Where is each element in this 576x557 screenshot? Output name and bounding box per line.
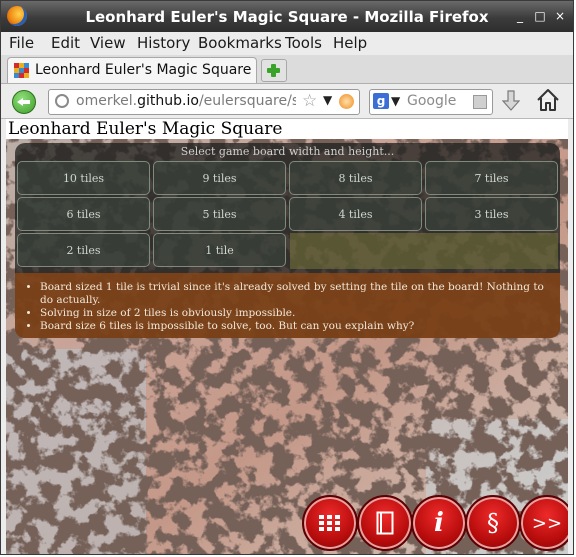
note-item: Board size 6 tiles is impossible to solv… bbox=[40, 320, 550, 333]
tab-label: Leonhard Euler's Magic Square bbox=[35, 62, 252, 78]
note-item: Board sized 1 tile is trivial since it's… bbox=[40, 281, 550, 307]
browser-window: Leonhard Euler's Magic Square - Mozilla … bbox=[0, 0, 574, 555]
window-title: Leonhard Euler's Magic Square - Mozilla … bbox=[85, 8, 489, 26]
url-prefix: omerkel. bbox=[76, 93, 138, 109]
tile-size-2-button[interactable]: 2 tiles bbox=[17, 233, 150, 267]
menu-help[interactable]: Help bbox=[333, 34, 367, 52]
info-button[interactable]: i bbox=[411, 495, 467, 551]
tile-size-5-button[interactable]: 5 tiles bbox=[153, 197, 286, 231]
url-domain: github.io bbox=[137, 93, 199, 109]
grid-icon bbox=[319, 515, 340, 531]
url-suffix: /eulersquare/src bbox=[198, 93, 296, 109]
menu-grid-button[interactable] bbox=[302, 495, 358, 551]
search-engine-chevron-icon[interactable]: ▼ bbox=[391, 94, 400, 108]
menu-view[interactable]: View bbox=[90, 34, 126, 52]
page-content: Leonhard Euler's Magic Square Select gam… bbox=[6, 119, 568, 554]
book-button[interactable] bbox=[357, 495, 413, 551]
tile-size-4-button[interactable]: 4 tiles bbox=[289, 197, 422, 231]
url-text: omerkel.github.io/eulersquare/src bbox=[76, 93, 296, 109]
menu-edit[interactable]: Edit bbox=[51, 34, 80, 52]
globe-icon bbox=[55, 94, 69, 108]
tile-size-7-button[interactable]: 7 tiles bbox=[425, 161, 558, 195]
board-size-panel: Select game board width and height... 10… bbox=[15, 143, 560, 338]
navigation-bar: omerkel.github.io/eulersquare/src ☆ ▼ g … bbox=[1, 84, 573, 119]
tile-size-1-button[interactable]: 1 tile bbox=[153, 233, 286, 267]
tile-size-8-button[interactable]: 8 tiles bbox=[289, 161, 422, 195]
chevron-down-icon[interactable]: ▼ bbox=[323, 93, 332, 107]
reload-icon[interactable] bbox=[339, 94, 354, 109]
search-bar[interactable]: g ▼ Google bbox=[369, 89, 493, 115]
panel-title: Select game board width and height... bbox=[180, 145, 395, 158]
info-icon: i bbox=[434, 508, 444, 538]
next-icon: >> bbox=[531, 512, 563, 534]
maximize-button[interactable]: □ bbox=[533, 9, 547, 23]
tile-size-3-button[interactable]: 3 tiles bbox=[425, 197, 558, 231]
notes-box: Board sized 1 tile is trivial since it's… bbox=[15, 273, 560, 338]
menu-bookmarks[interactable]: Bookmarks bbox=[198, 34, 282, 52]
bookmark-star-icon[interactable]: ☆ bbox=[302, 91, 317, 111]
book-icon bbox=[376, 511, 394, 535]
tile-size-6-button[interactable]: 6 tiles bbox=[17, 197, 150, 231]
tab-euler-square[interactable]: Leonhard Euler's Magic Square bbox=[7, 57, 257, 83]
search-input[interactable]: Google bbox=[407, 93, 456, 109]
menu-history[interactable]: History bbox=[137, 34, 190, 52]
download-icon[interactable] bbox=[502, 90, 520, 112]
search-icon[interactable] bbox=[473, 95, 487, 109]
minimize-button[interactable]: _ bbox=[513, 9, 527, 23]
google-icon[interactable]: g bbox=[373, 93, 389, 109]
rules-button[interactable]: § bbox=[465, 495, 521, 551]
tile-size-10-button[interactable]: 10 tiles bbox=[17, 161, 150, 195]
new-tab-button[interactable] bbox=[261, 59, 287, 82]
home-icon[interactable] bbox=[536, 88, 560, 112]
menu-bar: File Edit View History Bookmarks Tools H… bbox=[1, 32, 573, 55]
magic-square-favicon-icon bbox=[14, 63, 29, 78]
menu-file[interactable]: File bbox=[9, 34, 34, 52]
game-toolbar: i § >> bbox=[302, 495, 568, 551]
menu-tools[interactable]: Tools bbox=[285, 34, 322, 52]
address-bar[interactable]: omerkel.github.io/eulersquare/src ☆ ▼ bbox=[48, 89, 360, 115]
section-icon: § bbox=[487, 509, 499, 537]
plus-icon-vertical bbox=[271, 64, 276, 77]
next-button[interactable]: >> bbox=[519, 495, 568, 551]
back-button[interactable] bbox=[12, 90, 36, 114]
note-item: Solving in size of 2 tiles is obviously … bbox=[40, 307, 550, 320]
tile-size-grid: 10 tiles 9 tiles 8 tiles 7 tiles 6 tiles… bbox=[17, 161, 558, 267]
close-button[interactable]: × bbox=[553, 9, 567, 23]
tile-size-9-button[interactable]: 9 tiles bbox=[153, 161, 286, 195]
title-bar: Leonhard Euler's Magic Square - Mozilla … bbox=[1, 1, 573, 32]
tab-bar: Leonhard Euler's Magic Square bbox=[1, 55, 573, 84]
page-title: Leonhard Euler's Magic Square bbox=[6, 119, 568, 139]
